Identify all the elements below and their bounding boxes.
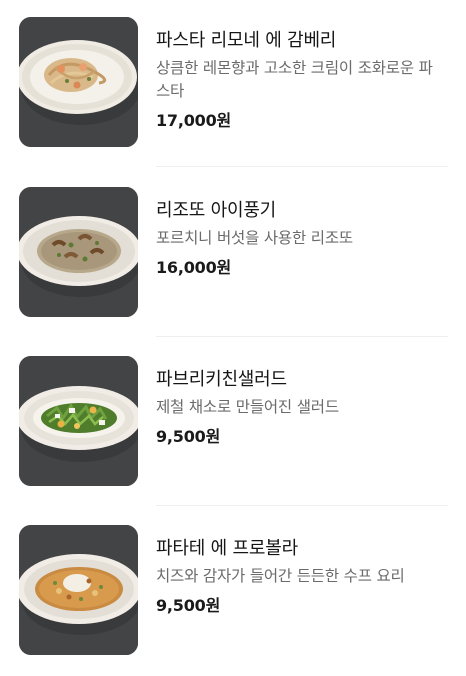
menu-item-price: 16,000원 (156, 258, 232, 277)
menu-item-pasta[interactable]: 파스타 리모네 에 감베리 상큼한 레몬향과 고소한 크림이 조화로운 파스타 … (0, 0, 466, 168)
menu-list: 파스타 리모네 에 감베리 상큼한 레몬향과 고소한 크림이 조화로운 파스타 … (0, 0, 466, 672)
divider (156, 505, 448, 506)
menu-item-info: 파타테 에 프로볼라 치즈와 감자가 들어간 든든한 수프 요리 9,500원 (156, 536, 448, 617)
salad-photo (19, 356, 138, 486)
menu-item-description: 제철 채소로 만들어진 샐러드 (156, 398, 339, 416)
menu-item-description: 포르치니 버섯을 사용한 리조또 (156, 229, 353, 247)
menu-item-price: 9,500원 (156, 427, 221, 446)
pasta-photo (19, 17, 138, 147)
menu-item-name: 파브리키친샐러드 (156, 369, 287, 390)
menu-item-salad[interactable]: 파브리키친샐러드 제철 채소로 만들어진 샐러드 9,500원 (0, 339, 466, 507)
menu-item-info: 리조또 아이풍기 포르치니 버섯을 사용한 리조또 16,000원 (156, 198, 448, 279)
menu-item-info: 파스타 리모네 에 감베리 상큼한 레몬향과 고소한 크림이 조화로운 파스타 … (156, 28, 448, 132)
menu-item-name: 파스타 리모네 에 감베리 (156, 30, 337, 51)
menu-item-name: 리조또 아이풍기 (156, 200, 277, 221)
divider (156, 166, 448, 167)
menu-item-description: 상큼한 레몬향과 고소한 크림이 조화로운 파스타 (156, 59, 433, 100)
menu-item-name: 파타테 에 프로볼라 (156, 538, 298, 559)
menu-item-price: 9,500원 (156, 596, 221, 615)
menu-item-soup[interactable]: 파타테 에 프로볼라 치즈와 감자가 들어간 든든한 수프 요리 9,500원 (0, 508, 466, 676)
soup-photo (19, 525, 138, 655)
menu-item-risotto[interactable]: 리조또 아이풍기 포르치니 버섯을 사용한 리조또 16,000원 (0, 170, 466, 338)
divider (156, 336, 448, 337)
menu-item-info: 파브리키친샐러드 제철 채소로 만들어진 샐러드 9,500원 (156, 367, 448, 448)
menu-item-description: 치즈와 감자가 들어간 든든한 수프 요리 (156, 567, 405, 585)
menu-item-price: 17,000원 (156, 111, 232, 130)
risotto-photo (19, 187, 138, 317)
